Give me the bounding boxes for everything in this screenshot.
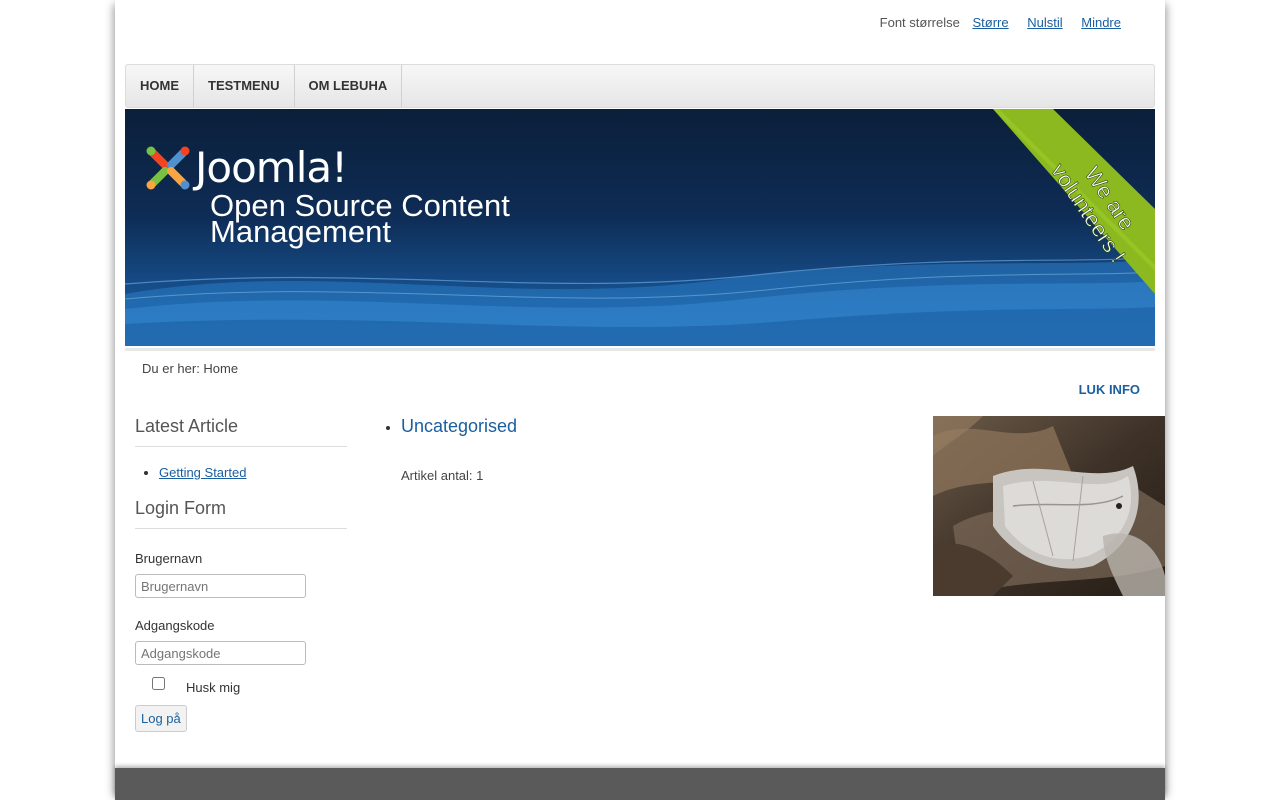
- main-content: Uncategorised Artikel antal: 1: [385, 416, 905, 483]
- volunteers-ribbon: We are volunteers !: [993, 109, 1155, 294]
- login-form-title: Login Form: [135, 498, 347, 529]
- font-reset-link[interactable]: Nulstil: [1027, 15, 1062, 30]
- password-label: Adgangskode: [135, 618, 215, 633]
- remember-me-checkbox[interactable]: [152, 677, 165, 690]
- article-count: Artikel antal: 1: [401, 468, 484, 483]
- font-size-label: Font størrelse: [879, 15, 960, 30]
- footer-bar: [115, 768, 1165, 800]
- login-button[interactable]: Log på: [135, 705, 187, 732]
- font-smaller-link[interactable]: Mindre: [1081, 15, 1121, 30]
- joomla-logo-icon: [146, 146, 190, 190]
- menu-item-testmenu[interactable]: TESTMENU: [194, 65, 295, 107]
- header-divider: [125, 348, 1155, 351]
- font-size-bar: Font størrelse Større Nulstil Mindre: [880, 15, 1127, 30]
- menu-item-home[interactable]: HOME: [126, 65, 194, 107]
- remember-me-row: Husk mig: [135, 675, 347, 699]
- main-menu: HOME TESTMENU OM LEBUHA: [125, 64, 1155, 108]
- list-item: Getting Started: [159, 465, 347, 480]
- username-input[interactable]: [135, 574, 306, 598]
- category-list: Uncategorised: [385, 416, 905, 437]
- close-info-link[interactable]: LUK INFO: [1079, 382, 1140, 397]
- list-item: Uncategorised: [401, 416, 905, 437]
- site-slogan: Open Source Content Management: [210, 190, 510, 247]
- left-sidebar: Latest Article Getting Started Login For…: [135, 416, 347, 732]
- category-link-uncategorised[interactable]: Uncategorised: [401, 416, 517, 436]
- password-input[interactable]: [135, 641, 306, 665]
- latest-article-title: Latest Article: [135, 416, 347, 447]
- remember-me-label: Husk mig: [186, 680, 241, 695]
- username-label: Brugernavn: [135, 551, 203, 566]
- header-banner: Joomla! Open Source Content Management W…: [125, 109, 1155, 346]
- leaf-photo-image: [933, 416, 1165, 596]
- joomla-logo-text: Joomla!: [195, 143, 348, 192]
- latest-article-list: Getting Started: [135, 465, 347, 480]
- breadcrumb: Du er her: Home: [142, 361, 239, 376]
- article-link-getting-started[interactable]: Getting Started: [159, 465, 246, 480]
- page-wrapper: Font størrelse Større Nulstil Mindre HOM…: [115, 0, 1165, 800]
- menu-item-om-lebuha[interactable]: OM LEBUHA: [295, 65, 403, 107]
- font-bigger-link[interactable]: Større: [972, 15, 1008, 30]
